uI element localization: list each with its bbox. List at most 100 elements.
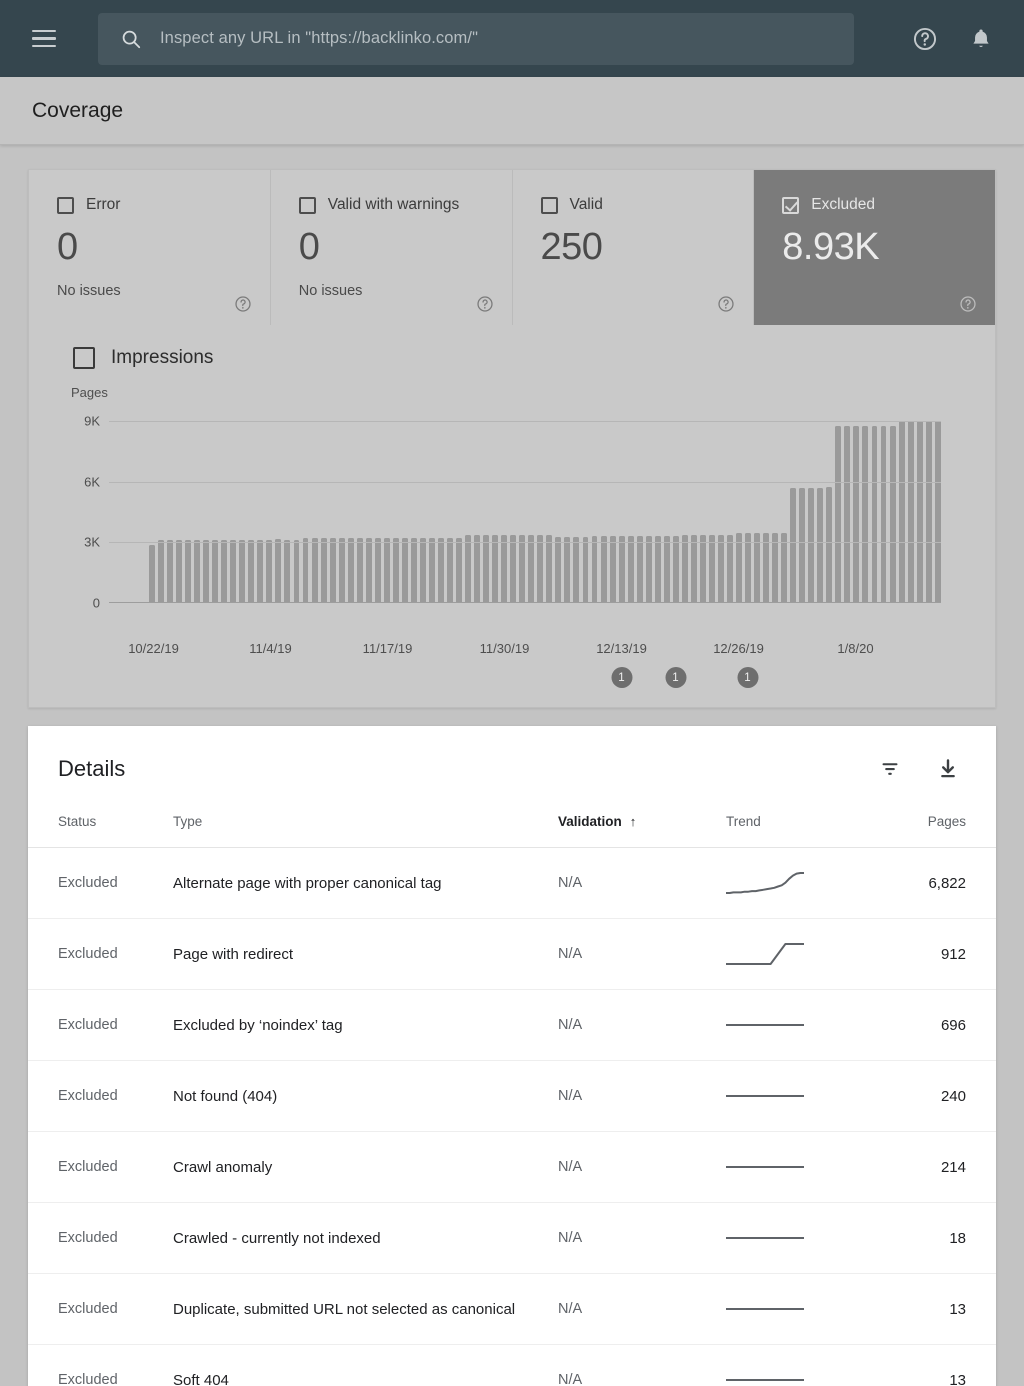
chart-bar[interactable] <box>284 540 290 602</box>
chart-bar[interactable] <box>826 487 832 601</box>
chart-bar[interactable] <box>339 538 345 601</box>
chart-bar[interactable] <box>438 538 444 602</box>
chart-bar[interactable] <box>393 538 399 601</box>
column-header-pages[interactable]: Pages <box>876 814 996 848</box>
status-tile-valid-with-warnings[interactable]: Valid with warnings0No issues <box>271 170 513 325</box>
chart-bar[interactable] <box>474 535 480 601</box>
chart-bar[interactable] <box>926 421 932 602</box>
chart-bar[interactable] <box>664 536 670 601</box>
chart-bar[interactable] <box>853 426 859 602</box>
chart-bar[interactable] <box>564 537 570 601</box>
chart-bar[interactable] <box>384 538 390 601</box>
chart-bar[interactable] <box>203 540 209 602</box>
status-tile-error[interactable]: Error0No issues <box>29 170 271 325</box>
chart-bar[interactable] <box>483 535 489 601</box>
column-header-status[interactable]: Status <box>28 814 173 848</box>
chart-bar[interactable] <box>375 538 381 601</box>
chart-bar[interactable] <box>727 535 733 601</box>
chart-bar[interactable] <box>637 536 643 601</box>
help-circle-icon[interactable] <box>717 295 735 313</box>
chart-bar[interactable] <box>275 539 281 601</box>
impressions-checkbox[interactable] <box>73 347 95 369</box>
chart-bar[interactable] <box>492 535 498 601</box>
chart-bar[interactable] <box>366 538 372 601</box>
chart-bar[interactable] <box>330 538 336 601</box>
chart-bar[interactable] <box>456 538 462 602</box>
chart-bar[interactable] <box>610 536 616 601</box>
chart-bar[interactable] <box>167 540 173 602</box>
chart-annotation-marker[interactable]: 1 <box>737 667 758 688</box>
chart-bar[interactable] <box>899 421 905 602</box>
chart-bar[interactable] <box>682 535 688 601</box>
chart-bar[interactable] <box>176 540 182 602</box>
chart-bar[interactable] <box>537 535 543 601</box>
chart-bar[interactable] <box>799 488 805 602</box>
chart-bar[interactable] <box>221 540 227 602</box>
status-tile-checkbox[interactable] <box>782 197 799 214</box>
table-row[interactable]: ExcludedDuplicate, submitted URL not sel… <box>28 1274 996 1345</box>
chart-bar[interactable] <box>862 426 868 602</box>
chart-bar[interactable] <box>149 545 155 601</box>
chart-bar[interactable] <box>158 540 164 602</box>
chart-bar[interactable] <box>528 535 534 601</box>
chart-annotation-marker[interactable]: 1 <box>665 667 686 688</box>
bell-icon[interactable] <box>968 26 994 52</box>
chart-bar[interactable] <box>601 536 607 601</box>
chart-bar[interactable] <box>881 426 887 602</box>
chart-bar[interactable] <box>908 421 914 602</box>
url-inspection-search-bar[interactable]: Inspect any URL in "https://backlinko.co… <box>98 13 854 65</box>
chart-bar[interactable] <box>673 536 679 601</box>
chart-bar[interactable] <box>447 538 453 602</box>
chart-bar[interactable] <box>266 540 272 602</box>
hamburger-menu-icon[interactable] <box>22 17 66 61</box>
table-row[interactable]: ExcludedSoft 404N/A13 <box>28 1345 996 1386</box>
chart-bar[interactable] <box>294 540 300 602</box>
chart-bar[interactable] <box>257 540 263 602</box>
status-tile-checkbox[interactable] <box>57 197 74 214</box>
chart-bar[interactable] <box>691 535 697 601</box>
chart-bar[interactable] <box>619 536 625 601</box>
chart-bar[interactable] <box>465 535 471 601</box>
chart-bar[interactable] <box>402 538 408 601</box>
chart-bar[interactable] <box>312 538 318 601</box>
chart-bar[interactable] <box>890 426 896 602</box>
status-tile-checkbox[interactable] <box>299 197 316 214</box>
chart-bar[interactable] <box>935 421 941 602</box>
chart-bar[interactable] <box>628 536 634 601</box>
chart-bar[interactable] <box>655 536 661 601</box>
chart-bar[interactable] <box>501 535 507 601</box>
chart-bar[interactable] <box>303 538 309 601</box>
chart-bar[interactable] <box>348 538 354 601</box>
chart-annotation-marker[interactable]: 1 <box>611 667 632 688</box>
chart-bar[interactable] <box>917 421 923 602</box>
chart-bar[interactable] <box>321 538 327 601</box>
column-header-validation[interactable]: Validation↑ <box>558 814 726 848</box>
chart-bar[interactable] <box>194 540 200 602</box>
chart-bar[interactable] <box>872 426 878 602</box>
chart-bar[interactable] <box>230 540 236 602</box>
chart-bar[interactable] <box>212 540 218 602</box>
chart-bar[interactable] <box>357 538 363 601</box>
status-tile-checkbox[interactable] <box>541 197 558 214</box>
table-row[interactable]: ExcludedAlternate page with proper canon… <box>28 848 996 919</box>
status-tile-excluded[interactable]: Excluded8.93K <box>754 170 995 325</box>
chart-bar[interactable] <box>546 535 552 601</box>
chart-bar[interactable] <box>646 536 652 601</box>
chart-bar[interactable] <box>239 540 245 602</box>
help-circle-icon[interactable] <box>912 26 938 52</box>
filter-icon[interactable] <box>878 757 902 781</box>
table-row[interactable]: ExcludedCrawl anomalyN/A214 <box>28 1132 996 1203</box>
column-header-type[interactable]: Type <box>173 814 558 848</box>
chart-bar[interactable] <box>700 535 706 601</box>
chart-bar[interactable] <box>709 535 715 601</box>
chart-bar[interactable] <box>519 535 525 601</box>
chart-bar[interactable] <box>429 538 435 601</box>
chart-bar[interactable] <box>185 540 191 602</box>
help-circle-icon[interactable] <box>959 295 977 313</box>
chart-bar[interactable] <box>411 538 417 602</box>
chart-bar[interactable] <box>555 537 561 601</box>
chart-bar[interactable] <box>420 538 426 601</box>
chart-bar[interactable] <box>718 535 724 601</box>
column-header-trend[interactable]: Trend <box>726 814 876 848</box>
status-tile-valid[interactable]: Valid250 <box>513 170 755 325</box>
